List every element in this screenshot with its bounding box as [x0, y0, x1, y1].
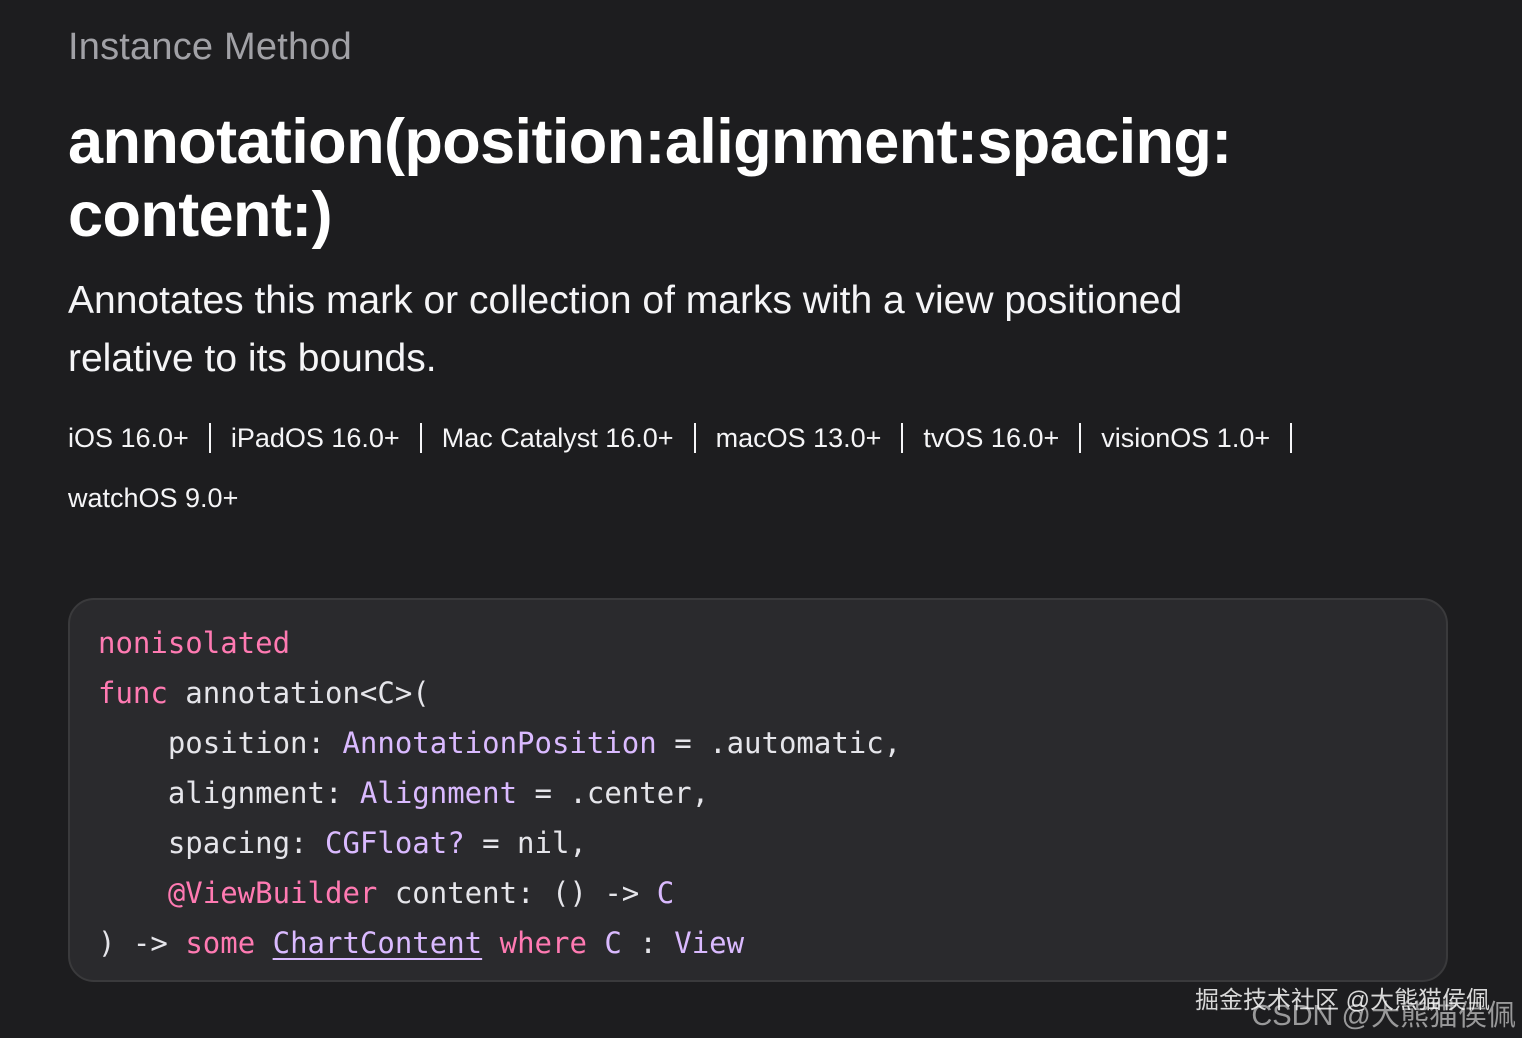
title-line-2: content:): [68, 180, 333, 250]
param-alignment-label: alignment:: [167, 776, 360, 810]
function-signature-start: annotation<C>(: [167, 676, 430, 710]
param-alignment-default: = .center,: [517, 776, 710, 810]
platform-watchos: watchOS 9.0+: [68, 482, 239, 513]
keyword-some: some: [185, 926, 256, 960]
abstract-line-1: Annotates this mark or collection of mar…: [68, 279, 1183, 322]
symbol-kind-label: Instance Method: [68, 26, 352, 68]
param-spacing-label: spacing:: [167, 826, 325, 860]
separator: [208, 423, 211, 453]
watermark-line-2: CSDN @大熊猫侯佩: [1251, 1000, 1516, 1032]
param-spacing-default: = nil,: [464, 826, 587, 860]
title-line-1: annotation(position:alignment:spacing:: [68, 107, 1232, 177]
type-annotation-position: AnnotationPosition: [342, 726, 657, 760]
page-title: annotation(position:alignment:spacing: c…: [68, 106, 1368, 252]
declaration-code: nonisolated func annotation<C>( position…: [98, 620, 901, 970]
platform-ipados: iPadOS 16.0+: [230, 422, 400, 453]
code-line-3: position: AnnotationPosition = .automati…: [98, 720, 901, 770]
platform-tvos: tvOS 16.0+: [923, 422, 1060, 453]
separator: [419, 423, 422, 453]
platform-visionos: visionOS 1.0+: [1101, 422, 1271, 453]
keyword-where: where: [499, 926, 587, 960]
type-generic-c: C: [604, 926, 622, 960]
code-line-7: ) -> some ChartContent where C : View: [98, 920, 901, 970]
abstract: Annotates this mark or collection of mar…: [68, 272, 1388, 388]
code-line-1: nonisolated: [98, 620, 901, 670]
platform-ios: iOS 16.0+: [68, 422, 189, 453]
platform-mac-catalyst: Mac Catalyst 16.0+: [441, 422, 674, 453]
availability-row-1: iOS 16.0+ iPadOS 16.0+ Mac Catalyst 16.0…: [68, 416, 1368, 460]
type-cgfloat: CGFloat?: [324, 826, 465, 860]
code-line-2: func annotation<C>(: [98, 670, 901, 720]
param-content-label: content: () ->: [377, 876, 657, 910]
platform-macos: macOS 13.0+: [715, 422, 882, 453]
type-view: View: [674, 926, 745, 960]
abstract-line-2: relative to its bounds.: [68, 337, 437, 380]
code-line-5: spacing: CGFloat? = nil,: [98, 820, 901, 870]
attribute-viewbuilder: @ViewBuilder: [167, 876, 378, 910]
separator: [1079, 423, 1082, 453]
availability-row-2: watchOS 9.0+: [68, 476, 1368, 520]
param-position-default: = .automatic,: [656, 726, 902, 760]
declaration-code-block: nonisolated func annotation<C>( position…: [68, 598, 1448, 982]
separator: [901, 423, 904, 453]
code-line-4: alignment: Alignment = .center,: [98, 770, 901, 820]
keyword-func: func: [98, 676, 168, 710]
return-arrow: ) ->: [98, 926, 186, 960]
watermark: 掘金技术社区 @大熊猫侯佩 CSDN @大熊猫侯佩: [1176, 984, 1516, 1032]
availability-list: iOS 16.0+ iPadOS 16.0+ Mac Catalyst 16.0…: [68, 416, 1368, 520]
type-generic-c: C: [656, 876, 675, 910]
code-line-6: @ViewBuilder content: () -> C: [98, 870, 901, 920]
param-position-label: position:: [167, 726, 343, 760]
chartcontent-link[interactable]: ChartContent: [273, 926, 483, 960]
type-alignment: Alignment: [359, 776, 518, 810]
constraint-colon: :: [621, 926, 675, 960]
keyword-nonisolated: nonisolated: [98, 626, 291, 660]
separator: [693, 423, 696, 453]
separator: [1290, 423, 1293, 453]
